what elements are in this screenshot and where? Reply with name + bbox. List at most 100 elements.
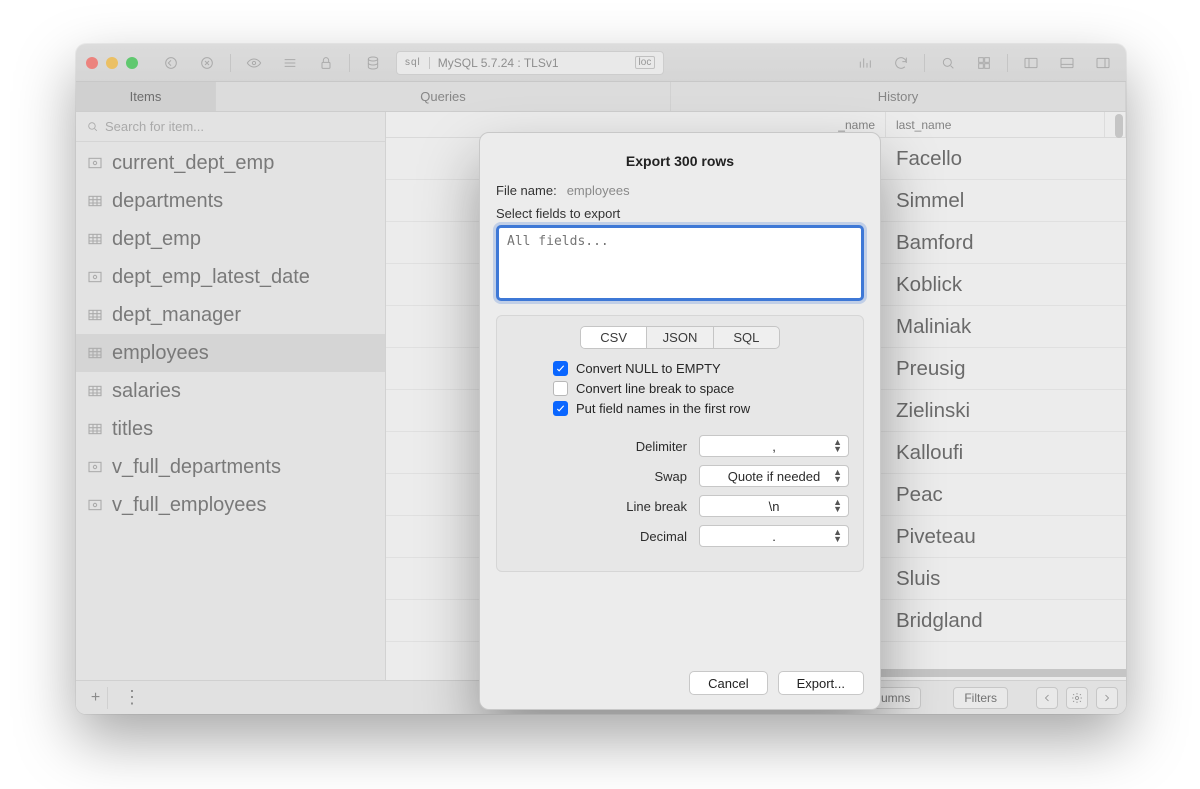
cell-last-name: Bridgland	[886, 600, 1126, 641]
sidebar-item-label: departments	[112, 190, 223, 213]
cell-last-name: Maliniak	[886, 306, 1126, 347]
view-icon	[86, 155, 104, 171]
delimiter-label: Delimiter	[636, 439, 687, 454]
minimize-window-icon[interactable]	[106, 57, 118, 69]
checkbox-icon	[553, 401, 568, 416]
settings-gear-icon[interactable]	[1066, 687, 1088, 709]
sidebar-item-employees[interactable]: employees	[76, 334, 385, 372]
sidebar-right-icon[interactable]	[1090, 51, 1116, 75]
format-json-tab[interactable]: JSON	[647, 327, 713, 348]
refresh-icon[interactable]	[888, 51, 914, 75]
cell-last-name: Zielinski	[886, 390, 1126, 431]
tab-history[interactable]: History	[671, 82, 1126, 111]
sidebar-item-current_dept_emp[interactable]: current_dept_emp	[76, 144, 385, 182]
sidebar-item-label: v_full_employees	[112, 494, 267, 517]
sidebar-item-dept_manager[interactable]: dept_manager	[76, 296, 385, 334]
format-tabs: CSV JSON SQL	[580, 326, 780, 349]
cell-last-name: Simmel	[886, 180, 1126, 221]
checkbox-fieldnames-first-row[interactable]: Put field names in the first row	[553, 401, 849, 416]
sidebar-item-label: salaries	[112, 380, 181, 403]
format-sql-tab[interactable]: SQL	[714, 327, 779, 348]
connection-label: MySQL 5.7.24 : TLSv1	[438, 56, 559, 70]
sidebar-item-v_full_departments[interactable]: v_full_departments	[76, 448, 385, 486]
cell-last-name: Koblick	[886, 264, 1126, 305]
lock-icon[interactable]	[313, 51, 339, 75]
sidebar-left-icon[interactable]	[1018, 51, 1044, 75]
swap-select[interactable]: Quote if needed ▲▼	[699, 465, 849, 487]
checkbox-icon	[553, 361, 568, 376]
prev-page-button[interactable]	[1036, 687, 1058, 709]
sidebar-item-label: dept_emp	[112, 228, 201, 251]
tab-bar: Items Queries History	[76, 82, 1126, 112]
tab-queries[interactable]: Queries	[216, 82, 671, 111]
search-icon	[86, 120, 99, 133]
col-last-name[interactable]: last_name	[886, 112, 1105, 137]
export-options-panel: CSV JSON SQL Convert NULL to EMPTY Conve…	[496, 315, 864, 572]
filters-button[interactable]: Filters	[953, 687, 1008, 709]
panel-bottom-icon[interactable]	[1054, 51, 1080, 75]
view-icon	[86, 497, 104, 513]
delimiter-select[interactable]: , ▲▼	[699, 435, 849, 457]
cell-last-name: Sluis	[886, 558, 1126, 599]
database-icon[interactable]	[360, 51, 386, 75]
table-icon	[86, 345, 104, 361]
sidebar-item-titles[interactable]: titles	[76, 410, 385, 448]
decimal-select[interactable]: . ▲▼	[699, 525, 849, 547]
file-name-label: File name:	[496, 183, 557, 198]
export-button[interactable]: Export...	[778, 671, 864, 695]
cell-last-name: Piveteau	[886, 516, 1126, 557]
format-csv-tab[interactable]: CSV	[581, 327, 647, 348]
close-window-icon[interactable]	[86, 57, 98, 69]
search-placeholder: Search for item...	[105, 119, 204, 134]
linebreak-label: Line break	[626, 499, 687, 514]
connection-pill[interactable]: sql MySQL 5.7.24 : TLSv1 loc	[396, 51, 664, 75]
chart-icon[interactable]	[852, 51, 878, 75]
cancel-button[interactable]: Cancel	[689, 671, 767, 695]
view-icon	[86, 459, 104, 475]
titlebar: sql MySQL 5.7.24 : TLSv1 loc	[76, 44, 1126, 82]
cell-last-name: Kalloufi	[886, 432, 1126, 473]
sidebar-item-departments[interactable]: departments	[76, 182, 385, 220]
more-actions-button[interactable]: ⋮	[120, 687, 144, 709]
grid-icon[interactable]	[971, 51, 997, 75]
sidebar-item-label: dept_emp_latest_date	[112, 266, 310, 289]
sidebar-item-dept_emp_latest_date[interactable]: dept_emp_latest_date	[76, 258, 385, 296]
zoom-window-icon[interactable]	[126, 57, 138, 69]
select-fields-label: Select fields to export	[496, 206, 620, 221]
app-window: sql MySQL 5.7.24 : TLSv1 loc Items Queri…	[76, 44, 1126, 714]
sidebar-item-v_full_employees[interactable]: v_full_employees	[76, 486, 385, 524]
vertical-scrollbar[interactable]	[1110, 112, 1126, 680]
back-nav-icon[interactable]	[158, 51, 184, 75]
stop-icon[interactable]	[194, 51, 220, 75]
visibility-icon[interactable]	[241, 51, 267, 75]
tab-items[interactable]: Items	[76, 82, 216, 111]
fields-to-export-input[interactable]	[496, 225, 864, 301]
sidebar-search[interactable]: Search for item...	[76, 112, 385, 142]
export-dialog: Export 300 rows File name: employees Sel…	[479, 132, 881, 710]
checkbox-linebreak-to-space[interactable]: Convert line break to space	[553, 381, 849, 396]
table-icon	[86, 193, 104, 209]
file-name-value[interactable]: employees	[567, 183, 630, 198]
cell-last-name: Peac	[886, 474, 1126, 515]
next-page-button[interactable]	[1096, 687, 1118, 709]
cell-last-name: Preusig	[886, 348, 1126, 389]
checkbox-icon	[553, 381, 568, 396]
list-icon[interactable]	[277, 51, 303, 75]
window-traffic-lights[interactable]	[86, 57, 138, 69]
sidebar-item-label: v_full_departments	[112, 456, 281, 479]
decimal-label: Decimal	[640, 529, 687, 544]
view-icon	[86, 269, 104, 285]
cell-last-name: Facello	[886, 138, 1126, 179]
connection-badge: loc	[635, 56, 656, 69]
table-icon	[86, 421, 104, 437]
add-button[interactable]: +	[84, 687, 108, 709]
sidebar-item-label: current_dept_emp	[112, 152, 274, 175]
protocol-label: sql	[405, 57, 421, 68]
linebreak-select[interactable]: \n ▲▼	[699, 495, 849, 517]
dialog-title: Export 300 rows	[496, 153, 864, 169]
sidebar-item-salaries[interactable]: salaries	[76, 372, 385, 410]
sidebar-item-dept_emp[interactable]: dept_emp	[76, 220, 385, 258]
table-icon	[86, 307, 104, 323]
search-icon[interactable]	[935, 51, 961, 75]
checkbox-null-to-empty[interactable]: Convert NULL to EMPTY	[553, 361, 849, 376]
